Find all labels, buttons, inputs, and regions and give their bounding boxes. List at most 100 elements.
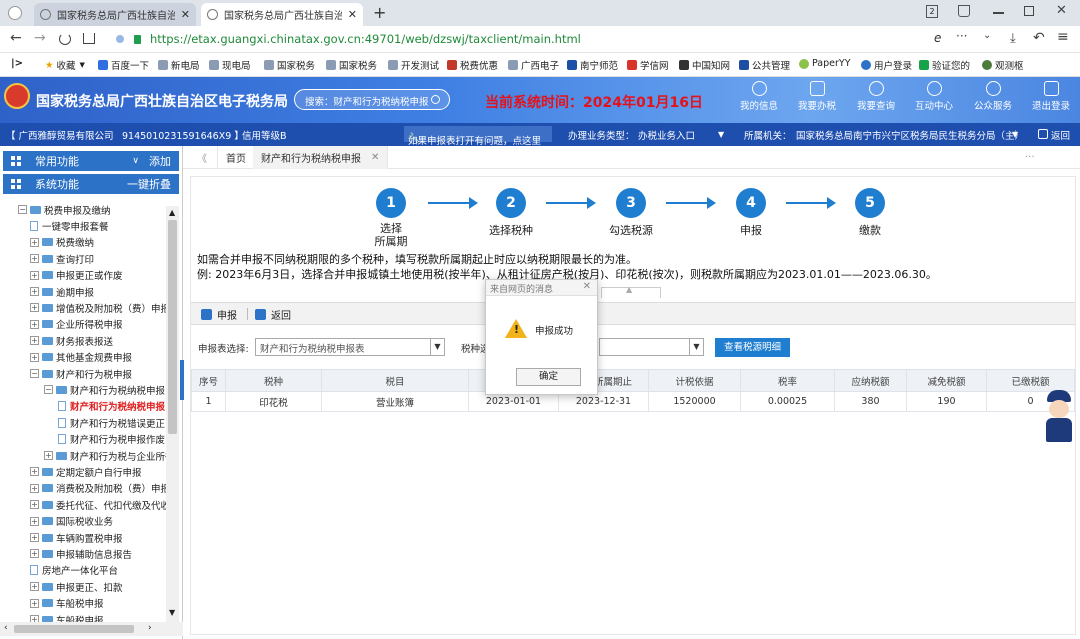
tree-item[interactable]: − 税费申报及缴纳: [18, 202, 111, 217]
tree-item[interactable]: + 逾期申报: [30, 284, 94, 299]
tree-item[interactable]: 财产和行为税错误更正: [58, 415, 165, 430]
tree-item[interactable]: + 增值税及附加税（费）申报: [30, 300, 166, 315]
close-tab-icon[interactable]: ✕: [348, 8, 357, 21]
expand-icon[interactable]: +: [30, 254, 39, 264]
sidebar-collapse-handle[interactable]: [180, 360, 184, 400]
expand-icon[interactable]: +: [30, 582, 39, 592]
authority-select[interactable]: 国家税务总局南宁市兴宁区税务局民生税务分局（主）: [796, 128, 1024, 142]
scroll-right-icon[interactable]: ›: [148, 623, 152, 633]
expand-icon[interactable]: +: [30, 336, 39, 346]
expand-icon[interactable]: +: [30, 303, 39, 313]
expand-icon[interactable]: +: [30, 598, 39, 608]
tree-item[interactable]: + 财务报表报送: [30, 333, 113, 348]
bookmark-item[interactable]: 学信网: [627, 58, 669, 72]
expand-icon[interactable]: +: [30, 483, 39, 493]
bookmark-item[interactable]: 中国知网: [679, 58, 730, 72]
expand-icon[interactable]: +: [30, 319, 39, 329]
more-tabs-button[interactable]: ···: [1017, 146, 1043, 169]
tree-item[interactable]: + 申报更正、扣款: [30, 579, 123, 594]
ok-button[interactable]: 确定: [516, 368, 581, 386]
tree-item[interactable]: 房地产一体化平台: [30, 563, 118, 578]
more-dots-icon[interactable]: ···: [956, 29, 967, 43]
tab-count-badge[interactable]: 2: [926, 5, 938, 18]
bookmark-item[interactable]: 国家税务: [264, 58, 315, 72]
tree-item[interactable]: − 财产和行为税纳税申报: [44, 382, 165, 397]
bookmark-item[interactable]: 现电局: [209, 58, 251, 72]
tree-item[interactable]: + 车辆购置税申报: [30, 530, 123, 545]
bookmark-item[interactable]: 验证您的: [919, 58, 970, 72]
download-icon[interactable]: ⤓: [1010, 31, 1016, 46]
expand-icon[interactable]: +: [30, 287, 39, 296]
tree-item[interactable]: 一键零申报套餐: [30, 218, 109, 233]
collapse-all-button[interactable]: 一键折叠: [127, 176, 171, 192]
bookmark-item[interactable]: 广西电子: [508, 58, 559, 72]
ie-mode-icon[interactable]: e: [934, 31, 941, 45]
menu-icon[interactable]: ≡: [1057, 29, 1069, 45]
tree-item[interactable]: + 财产和行为税与企业所得税: [44, 448, 166, 463]
maximize-icon[interactable]: [1024, 6, 1034, 16]
bookmark-item[interactable]: PaperYY: [799, 58, 851, 69]
table-row[interactable]: 1 印花税 营业账簿 2023-01-01 2023-12-31 1520000…: [191, 391, 1075, 412]
browser-tab-1[interactable]: 国家税务总局广西壮族自治区 ✕: [34, 3, 196, 26]
bookmark-item[interactable]: 公共管理: [739, 58, 790, 72]
expand-icon[interactable]: +: [30, 270, 39, 280]
bookmark-item[interactable]: 税费优惠: [447, 58, 498, 72]
bookmark-item[interactable]: 观测枢: [982, 58, 1024, 72]
shirt-icon[interactable]: [958, 5, 970, 17]
browser-tab-2[interactable]: 国家税务总局广西壮族自治区 ✕: [201, 3, 363, 26]
home-icon[interactable]: [83, 33, 95, 44]
expand-icon[interactable]: +: [30, 352, 39, 362]
url-text[interactable]: https://etax.guangxi.chinatax.gov.cn:497…: [150, 32, 581, 46]
bookmark-item[interactable]: 新电局: [158, 58, 200, 72]
form-select[interactable]: 财产和行为税纳税申报表 ▼: [255, 338, 445, 356]
tree-item[interactable]: + 委托代征、代扣代缴及代收: [30, 497, 166, 512]
scroll-up-icon[interactable]: ▲: [169, 208, 175, 217]
expand-icon[interactable]: +: [30, 467, 39, 477]
undo-icon[interactable]: ↶: [1033, 30, 1045, 46]
add-common-button[interactable]: 添加: [149, 153, 171, 169]
nav-public-service[interactable]: 公众服务: [967, 81, 1019, 112]
expand-icon[interactable]: +: [30, 516, 39, 526]
back-arrow-icon[interactable]: ←: [10, 30, 22, 46]
bookmark-item[interactable]: 百度一下: [98, 58, 149, 72]
biz-type-select[interactable]: 办税业务入口: [638, 128, 695, 142]
bookmark-item[interactable]: ★ 收藏 ▼: [45, 58, 85, 73]
expand-icon[interactable]: +: [44, 451, 53, 460]
close-window-icon[interactable]: ✕: [1056, 3, 1067, 18]
tab-property-tax-declare[interactable]: 财产和行为税纳税申报 ✕: [253, 146, 389, 169]
sidebar-scrollbar[interactable]: ▲ ▼: [166, 206, 179, 622]
tree-item[interactable]: + 车船税申报: [30, 612, 104, 622]
tree-item[interactable]: + 申报更正或作废: [30, 268, 123, 283]
back-button[interactable]: 返回: [255, 307, 291, 322]
tax-select[interactable]: ▼: [599, 338, 704, 356]
expand-icon[interactable]: +: [30, 549, 39, 559]
expand-icon[interactable]: +: [30, 533, 39, 542]
view-source-detail-button[interactable]: 查看税源明细: [715, 338, 790, 357]
search-icon[interactable]: [431, 95, 440, 104]
minimize-icon[interactable]: [993, 12, 1004, 14]
bookmark-item[interactable]: 用户登录: [861, 58, 912, 72]
sidebar-horizontal-scrollbar[interactable]: ‹ ›: [0, 622, 183, 636]
search-field[interactable]: 搜索：财产和行为税纳税申报: [294, 89, 450, 110]
nav-my-info[interactable]: 我的信息: [733, 81, 785, 112]
tree-item[interactable]: + 查询打印: [30, 251, 94, 266]
close-icon[interactable]: ✕: [583, 281, 591, 292]
caret-down-icon[interactable]: ▼: [1012, 130, 1018, 139]
common-functions-header[interactable]: 常用功能 ∨ 添加: [3, 151, 179, 171]
tree-item[interactable]: + 企业所得税申报: [30, 317, 123, 332]
collapse-tabs-button[interactable]: 《: [189, 146, 215, 169]
tree-item[interactable]: + 定期定额户自行申报: [30, 464, 142, 479]
expand-icon[interactable]: +: [30, 615, 39, 622]
bookmark-item[interactable]: 国家税务: [326, 58, 377, 72]
tree-item[interactable]: + 申报辅助信息报告: [30, 546, 132, 561]
close-tab-icon[interactable]: ✕: [181, 8, 190, 21]
tree-item[interactable]: + 消费税及附加税（费）申报: [30, 481, 166, 496]
nav-do-tax[interactable]: 我要办税: [791, 81, 843, 112]
chevron-down-icon[interactable]: ⌄: [983, 30, 991, 41]
reload-icon[interactable]: [59, 33, 71, 45]
forward-arrow-icon[interactable]: →: [34, 30, 46, 46]
return-link[interactable]: 返回: [1051, 128, 1070, 142]
url-field[interactable]: https://etax.guangxi.chinatax.gov.cn:497…: [107, 29, 1005, 50]
expand-toggle[interactable]: ▲: [601, 285, 661, 298]
new-tab-button[interactable]: +: [373, 3, 386, 22]
